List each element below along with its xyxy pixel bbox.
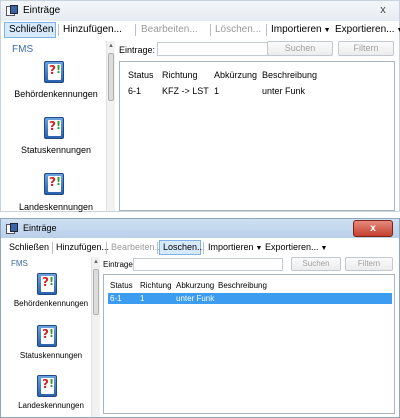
import-menu[interactable]: Importieren ▼	[271, 24, 331, 35]
entries-panel: Eintrage: Suchen Filtern Status Richtung…	[101, 257, 397, 417]
sidebar-scrollbar[interactable]: ▲	[106, 41, 115, 211]
close-button[interactable]: Schließen	[9, 24, 53, 35]
sidebar-item-statuskennungen[interactable]: ?! Statuskennungen	[1, 323, 101, 369]
sidebar-item-behoerdenkennungen[interactable]: ?! Behördenkennungen	[1, 271, 101, 317]
sidebar-scrollbar[interactable]: ▲	[91, 257, 100, 417]
sidebar-item-label: Landeskennungen	[18, 401, 84, 410]
title-bar[interactable]: Einträge x	[1, 219, 399, 238]
add-button[interactable]: Hinzufügen...	[56, 242, 109, 252]
dropdown-arrow-icon: ▼	[255, 245, 263, 252]
dropdown-arrow-icon: ▼	[323, 27, 331, 34]
app-icon	[6, 223, 18, 234]
book-question-icon: ?!	[44, 173, 64, 195]
book-question-icon: ?!	[37, 325, 57, 347]
toolbar: Schließen Hinzufügen... Bearbeiten... Lo…	[1, 239, 399, 257]
scrollbar-thumb[interactable]	[93, 269, 99, 315]
filter-input[interactable]	[133, 258, 283, 271]
column-header-abkurzung[interactable]: Abkürzung	[214, 70, 257, 80]
window-title: Einträge	[23, 223, 57, 233]
book-question-icon: ?!	[37, 273, 57, 295]
table-row-selected[interactable]: 6-1 1 unter Funk	[108, 293, 392, 304]
filter-label: Eintrage:	[119, 45, 156, 55]
search-button[interactable]: Suchen	[267, 41, 333, 56]
filter-input[interactable]	[157, 42, 277, 56]
book-question-icon: ?!	[44, 61, 64, 83]
toolbar-separator	[135, 24, 136, 36]
sidebar: FMS ?! Behördenkennungen ?! Statuskennun…	[6, 41, 115, 212]
column-header-beschreibung[interactable]: Beschreibung	[218, 281, 267, 290]
filter-button[interactable]: Filtern	[338, 41, 394, 56]
import-label: Importieren	[208, 242, 254, 252]
sidebar-group-label: FMS	[12, 44, 34, 55]
toolbar-separator	[52, 242, 53, 254]
add-button[interactable]: Hinzufügen...	[63, 24, 122, 35]
table-cell: 6-1	[128, 86, 142, 96]
column-header-status[interactable]: Status	[128, 70, 154, 80]
sidebar-item-landeskennungen[interactable]: ?! Landeskennungen	[6, 171, 106, 212]
book-question-icon: ?!	[37, 375, 57, 397]
import-menu[interactable]: Importieren ▼	[208, 242, 262, 252]
toolbar-separator	[203, 242, 204, 254]
window-top: Einträge x Schließen Hinzufügen... Bearb…	[0, 0, 400, 212]
sidebar-item-label: Behördenkennungen	[13, 299, 89, 308]
toolbar-separator	[210, 24, 211, 36]
filter-label: Eintrage:	[103, 260, 136, 269]
book-question-icon: ?!	[44, 117, 64, 139]
sidebar-item-label: Statuskennungen	[19, 351, 83, 360]
entries-table: Status Richtung Abkurzung Beschreibung 6…	[103, 274, 395, 414]
edit-button[interactable]: Bearbeiten...	[111, 242, 162, 252]
table-cell: 6-1	[110, 294, 122, 303]
sidebar-item-label: Statuskennungen	[20, 145, 92, 155]
toolbar-separator	[58, 24, 59, 36]
column-header-abkurzung[interactable]: Abkurzung	[176, 281, 214, 290]
delete-button[interactable]: Loschen...	[163, 242, 205, 252]
app-icon	[6, 5, 18, 16]
sidebar: FMS ?! Behördenkennungen ?! Statuskennun…	[5, 257, 113, 417]
toolbar: Schließen Hinzufügen... Bearbeiten... Lö…	[1, 21, 400, 39]
delete-button[interactable]: Löschen...	[215, 24, 261, 35]
column-header-richtung[interactable]: Richtung	[162, 70, 198, 80]
export-label: Exportieren...	[265, 242, 319, 252]
scroll-up-icon[interactable]: ▲	[92, 259, 100, 265]
export-menu[interactable]: Exportieren... ▼	[335, 24, 400, 35]
table-cell: 1	[140, 294, 145, 303]
table-cell: unter Funk	[262, 86, 306, 96]
entries-panel: Eintrage: Suchen Filtern Status Richtung…	[117, 41, 397, 211]
export-menu[interactable]: Exportieren... ▼	[265, 242, 327, 252]
sidebar-item-behoerdenkennungen[interactable]: ?! Behördenkennungen	[6, 59, 106, 105]
table-row[interactable]: 6-1 KFZ -> LST 1 unter Funk	[120, 84, 394, 98]
dropdown-arrow-icon: ▼	[396, 27, 400, 34]
scroll-up-icon[interactable]: ▲	[107, 43, 115, 49]
close-icon[interactable]: x	[353, 220, 393, 237]
title-bar[interactable]: Einträge x	[1, 1, 399, 21]
edit-button[interactable]: Bearbeiten...	[141, 24, 198, 35]
column-header-beschreibung[interactable]: Beschreibung	[262, 70, 317, 80]
table-cell: 1	[214, 86, 220, 96]
window-bottom: Einträge x Schließen Hinzufügen... Bearb…	[0, 218, 400, 418]
column-header-status[interactable]: Status	[110, 281, 133, 290]
toolbar-separator	[266, 24, 267, 36]
dropdown-arrow-icon: ▼	[320, 245, 328, 252]
sidebar-item-landeskennungen[interactable]: ?! Landeskennungen	[1, 373, 101, 417]
filter-button[interactable]: Filtern	[345, 257, 393, 271]
sidebar-item-label: Landeskennungen	[18, 202, 94, 212]
search-button[interactable]: Suchen	[291, 257, 341, 271]
close-icon[interactable]: x	[373, 4, 393, 17]
sidebar-item-statuskennungen[interactable]: ?! Statuskennungen	[6, 115, 106, 161]
table-cell: unter Funk	[176, 294, 215, 303]
toolbar-separator	[157, 242, 158, 254]
window-title: Einträge	[23, 5, 61, 16]
close-button[interactable]: Schließen	[9, 242, 49, 252]
toolbar-separator	[106, 242, 107, 254]
entries-table: Status Richtung Abkürzung Beschreibung 6…	[119, 61, 395, 211]
sidebar-group-label: FMS	[11, 259, 28, 268]
column-header-richtung[interactable]: Richtung	[140, 281, 172, 290]
table-cell: KFZ -> LST	[162, 86, 209, 96]
import-label: Importieren	[271, 24, 322, 35]
scrollbar-thumb[interactable]	[108, 53, 114, 101]
sidebar-item-label: Behördenkennungen	[14, 89, 98, 99]
export-label: Exportieren...	[335, 24, 395, 35]
